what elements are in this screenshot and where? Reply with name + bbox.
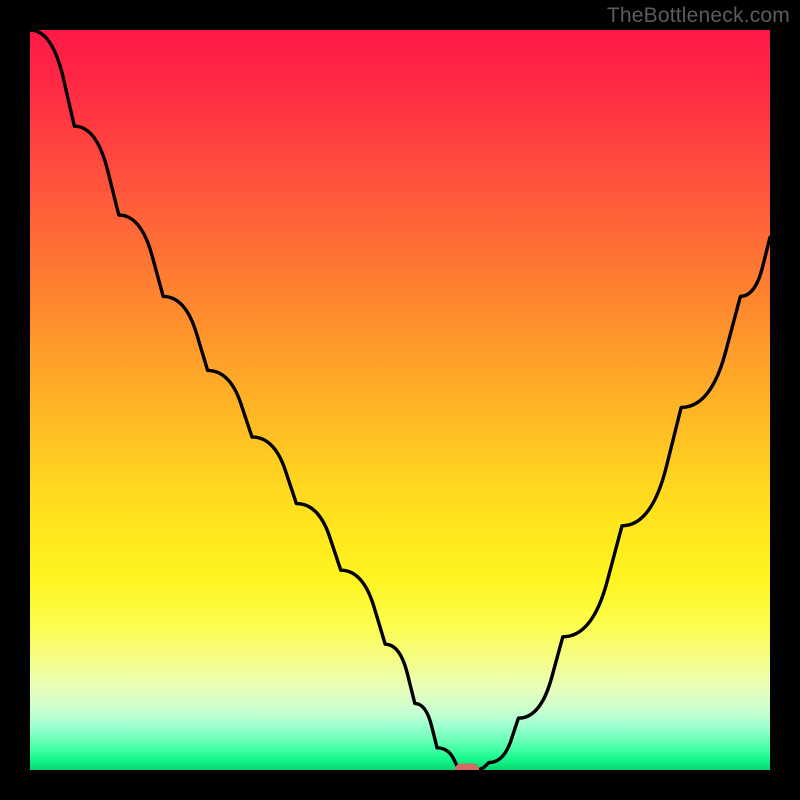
bottleneck-curve: [30, 30, 770, 770]
optimal-point-marker: [455, 764, 479, 771]
chart-frame: TheBottleneck.com: [0, 0, 800, 800]
watermark-text: TheBottleneck.com: [607, 4, 790, 28]
curve-path: [30, 30, 770, 770]
plot-area: [30, 30, 770, 770]
